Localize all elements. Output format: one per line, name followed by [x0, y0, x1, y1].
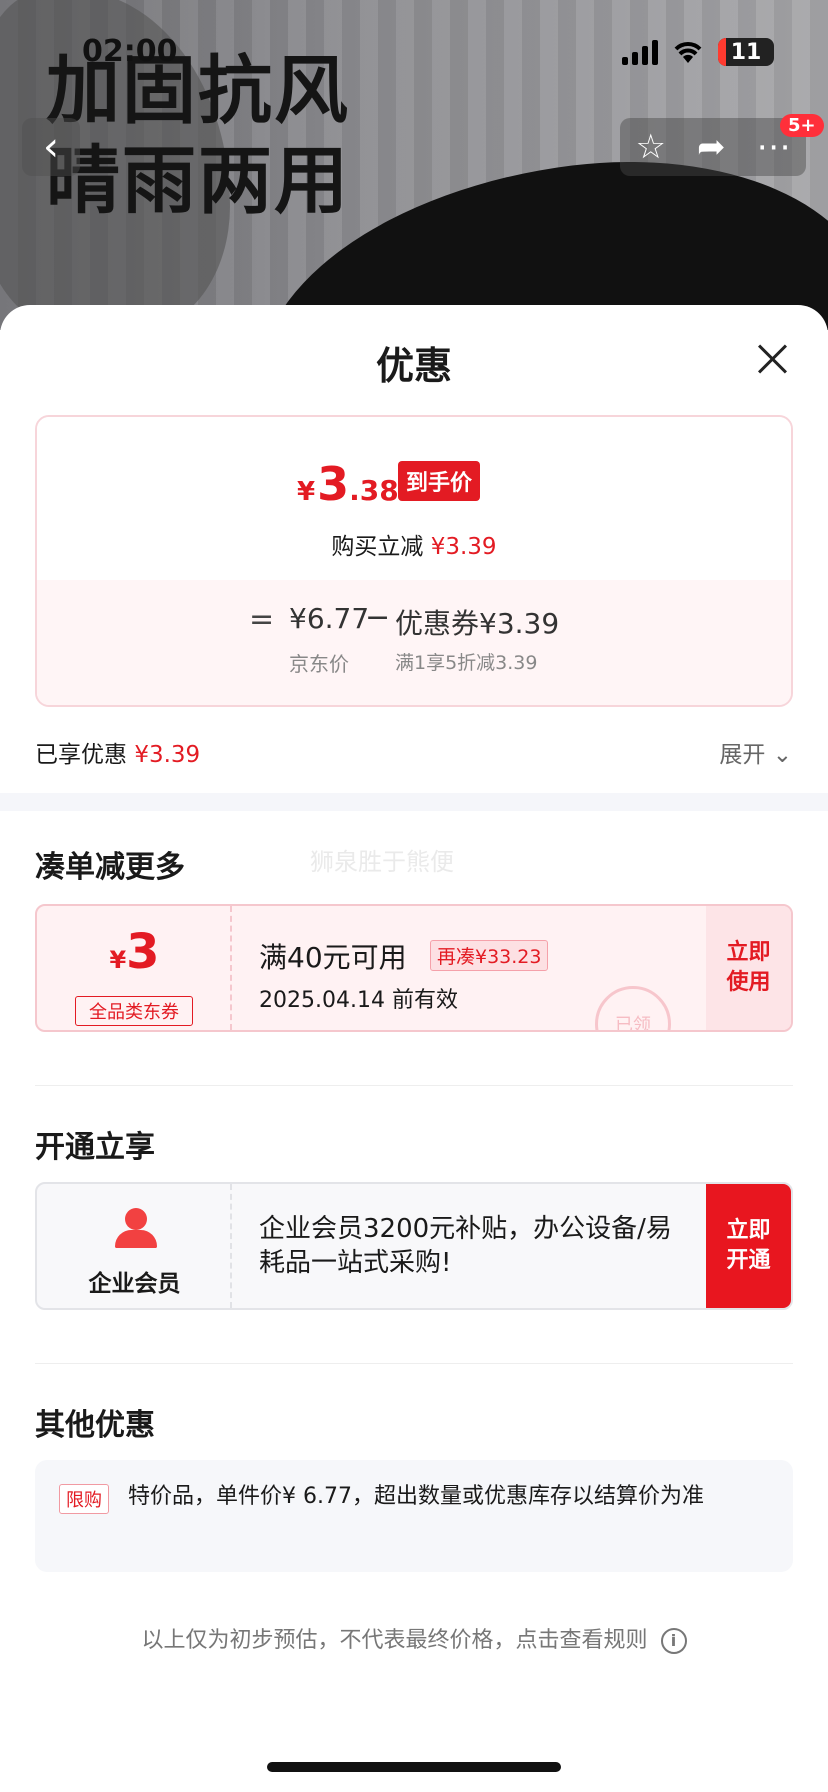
- section-title-other: 其他优惠: [35, 1408, 155, 1443]
- jd-price: ¥6.77: [289, 602, 370, 635]
- enjoyed-label: 已享优惠: [35, 742, 127, 768]
- section-title-more: 凑单减更多: [35, 850, 185, 885]
- chevron-left-icon: ‹: [43, 124, 59, 170]
- coupon-discount: 优惠券¥3.39: [395, 607, 560, 640]
- final-price-dec: .38: [349, 474, 399, 507]
- share-icon[interactable]: ➦: [697, 127, 726, 167]
- star-icon[interactable]: ☆: [636, 127, 666, 167]
- equals-sign: =: [249, 602, 275, 637]
- hero-headline-line2: 晴雨两用: [46, 138, 350, 224]
- member-label: 企业会员: [88, 1271, 181, 1297]
- enjoyed-value: ¥3.39: [134, 742, 201, 768]
- reduce-value: ¥3.39: [430, 534, 497, 560]
- other-discount-box: 限购 特价品，单件价¥ 6.77，超出数量或优惠库存以结算价为准: [35, 1460, 793, 1572]
- product-hero: 加固抗风 晴雨两用 02:00 11 ‹ ☆ ➦ ⋯ 5+: [0, 0, 828, 330]
- section-title-open: 开通立享: [35, 1130, 155, 1165]
- final-price-int: 3: [317, 457, 350, 511]
- signal-icon: [622, 39, 658, 65]
- footer-text: 以上仅为初步预估，不代表最终价格，点击查看规则: [141, 1628, 648, 1653]
- coupon-card: ¥3 全品类东券 满40元可用 再凑¥33.23 2025.04.14 前有效 …: [35, 904, 793, 1032]
- member-desc: 企业会员3200元补贴，办公设备/易耗品一站式采购!: [259, 1214, 672, 1278]
- member-label-area: 企业会员: [37, 1184, 232, 1308]
- status-time: 02:00: [82, 34, 178, 69]
- enjoyed-discount: 已享优惠 ¥3.39: [35, 735, 200, 769]
- watermark-text: 狮泉胜于熊便: [310, 848, 454, 876]
- person-icon: [115, 1208, 157, 1250]
- sheet-title: 优惠: [375, 344, 452, 388]
- home-indicator: [267, 1762, 561, 1772]
- divider: [35, 1085, 793, 1086]
- received-stamp: 已领: [595, 986, 671, 1030]
- final-price: ¥ 3 .38: [297, 457, 399, 511]
- coupon-discount-desc: 满1享5折减3.39: [395, 652, 538, 674]
- jd-price-label: 京东价: [289, 652, 349, 676]
- coupon-amount: ¥3: [37, 924, 232, 980]
- reduce-label: 购买立减: [331, 534, 424, 560]
- top-action-bar: ☆ ➦ ⋯: [620, 118, 806, 176]
- coupon-kind: 全品类东券: [75, 996, 193, 1026]
- battery-icon: 11: [718, 38, 774, 66]
- use-coupon-button[interactable]: 立即 使用: [706, 906, 791, 1030]
- final-price-area: ¥ 3 .38 到手价 购买立减 ¥3.39: [37, 417, 791, 580]
- message-count-badge: 5+: [780, 114, 824, 137]
- coupon-condition: 满40元可用: [259, 941, 407, 974]
- back-button[interactable]: ‹: [22, 118, 80, 176]
- price-breakdown-card: ¥ 3 .38 到手价 购买立减 ¥3.39 = ¥6.77 京东价 − 优惠券…: [35, 415, 793, 707]
- section-divider: [0, 793, 828, 811]
- coupon-valid-date: 2025.04.14 前有效: [259, 988, 458, 1013]
- divider: [35, 1363, 793, 1364]
- limit-tag: 限购: [59, 1484, 109, 1514]
- final-price-tag: 到手价: [398, 461, 481, 501]
- coupon-remaining: 再凑¥33.23: [430, 940, 549, 971]
- close-icon[interactable]: [756, 343, 788, 375]
- member-card: 企业会员 企业会员3200元补贴，办公设备/易耗品一站式采购! 立即 开通: [35, 1182, 793, 1310]
- price-formula: = ¥6.77 京东价 − 优惠券¥3.39 满1享5折减3.39: [37, 580, 791, 705]
- open-member-button[interactable]: 立即 开通: [706, 1184, 791, 1308]
- wifi-icon: [674, 42, 702, 63]
- use-coupon-label: 立即 使用: [726, 940, 771, 995]
- final-price-currency: ¥: [297, 477, 316, 507]
- hero-headline: 加固抗风 晴雨两用: [46, 46, 350, 226]
- reduce-line: 购买立减 ¥3.39: [37, 527, 791, 561]
- minus-sign: −: [365, 600, 391, 635]
- coupon-currency: ¥: [109, 946, 127, 974]
- coupon-value: 3: [126, 924, 160, 980]
- info-icon: i: [660, 1628, 687, 1654]
- other-discount-text: 特价品，单件价¥ 6.77，超出数量或优惠库存以结算价为准: [128, 1484, 704, 1509]
- coupon-amount-area: ¥3 全品类东券: [37, 906, 232, 1030]
- rules-footer[interactable]: 以上仅为初步预估，不代表最终价格，点击查看规则 i: [0, 1622, 828, 1654]
- expand-toggle[interactable]: 展开 ⌄: [719, 735, 792, 769]
- open-member-label: 立即 开通: [726, 1218, 771, 1273]
- status-icons: 11: [622, 38, 774, 66]
